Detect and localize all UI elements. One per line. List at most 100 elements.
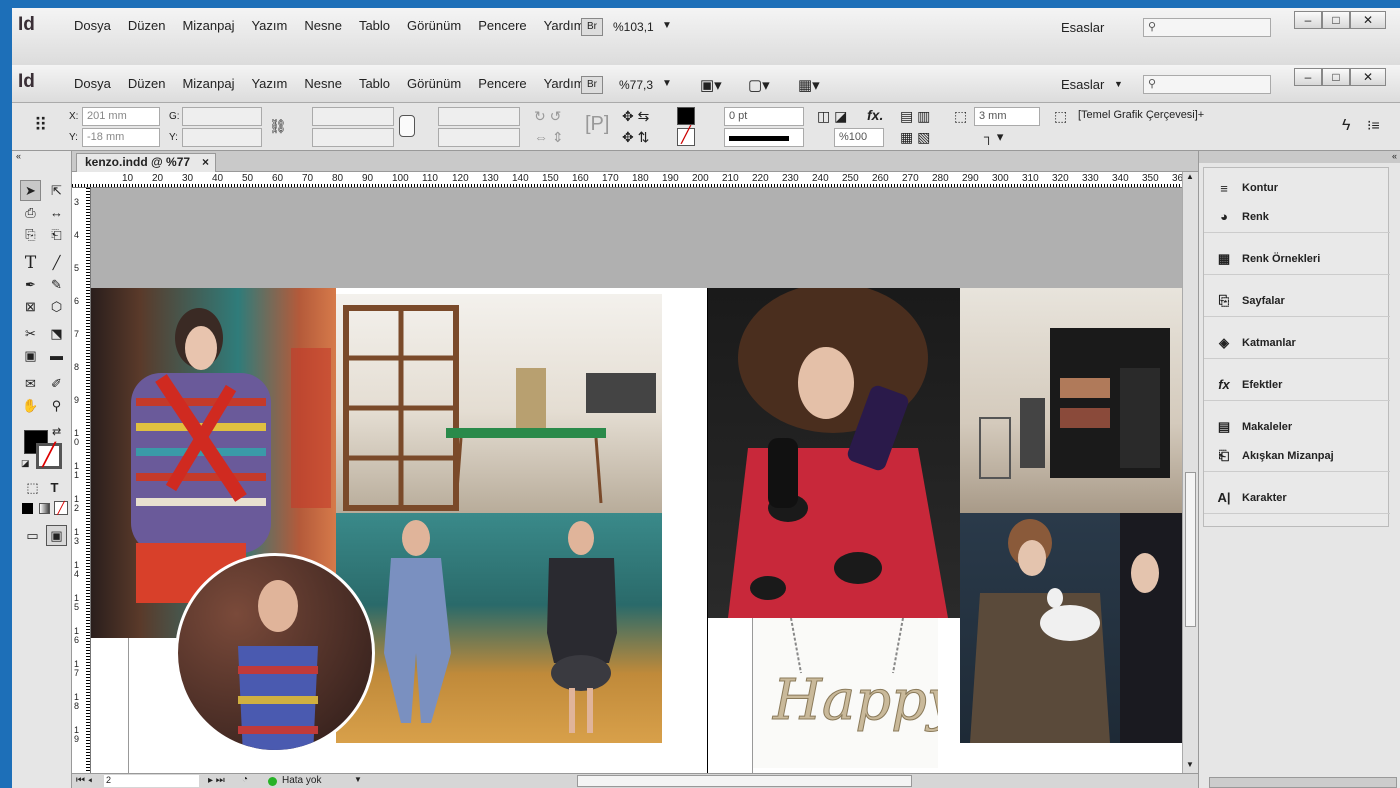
scissors-tool-icon[interactable]: ✂: [20, 323, 41, 344]
lanvin-store-image[interactable]: [960, 288, 1182, 513]
frame-fitting-icon[interactable]: ⬚: [1054, 108, 1067, 125]
apply-none-icon[interactable]: ╱: [54, 501, 68, 515]
workspace-switcher[interactable]: Esaslar: [1061, 77, 1104, 92]
view-options-icon[interactable]: ▣▾: [700, 76, 722, 94]
object-style-dropdown[interactable]: [Temel Grafik Çerçevesi]+: [1074, 107, 1214, 126]
menu-dosya[interactable]: Dosya: [74, 65, 111, 103]
panel-renk-ornekleri[interactable]: ▦ Renk Örnekleri: [1204, 243, 1390, 275]
panel-katmanlar[interactable]: ◈ Katmanlar: [1204, 327, 1390, 359]
pencil-tool-icon[interactable]: ✎: [46, 274, 67, 295]
normal-view-icon[interactable]: ▭: [22, 525, 43, 546]
formatting-container-icon[interactable]: ⬚: [22, 477, 43, 498]
panel-efektler[interactable]: fx Efektler: [1204, 369, 1390, 401]
zoom-tool-icon[interactable]: ⚲: [46, 395, 67, 416]
fill-swatch[interactable]: [677, 107, 695, 125]
free-transform-tool-icon[interactable]: ⬔: [46, 323, 67, 344]
scroll-thumb[interactable]: [1185, 472, 1196, 627]
constrain-proportions-icon[interactable]: ⛓: [269, 118, 287, 135]
preview-view-icon[interactable]: ▣: [46, 525, 67, 546]
polygon-tool-icon[interactable]: ⬡: [46, 296, 67, 317]
next-page-icon[interactable]: ▸ ⏭: [208, 775, 225, 786]
y-position-field[interactable]: -18 mm: [82, 128, 160, 147]
menu-yardim[interactable]: Yardım: [544, 65, 585, 103]
preflight-menu-icon[interactable]: ▼: [354, 775, 362, 784]
menu-tablo[interactable]: Tablo: [359, 65, 390, 103]
first-page-icon[interactable]: ⏮ ◂: [76, 775, 92, 786]
zoom-level[interactable]: %103,1: [613, 20, 654, 34]
width-field[interactable]: [182, 107, 262, 126]
menu-yardim[interactable]: Yardım: [544, 8, 585, 44]
menu-pencere[interactable]: Pencere: [478, 8, 526, 44]
panel-kontur[interactable]: ≡ Kontur: [1204, 172, 1390, 204]
gap-tool-icon[interactable]: ↔: [46, 202, 67, 223]
chevron-down-icon[interactable]: ▼: [662, 78, 672, 89]
collapse-dock-icon[interactable]: «: [1392, 151, 1397, 161]
note-tool-icon[interactable]: ✉: [20, 373, 41, 394]
height-field[interactable]: [182, 128, 262, 147]
menu-tablo[interactable]: Tablo: [359, 8, 390, 44]
zoom-level[interactable]: %77,3: [619, 78, 653, 92]
menu-duzen[interactable]: Düzen: [128, 65, 166, 103]
eyedropper-tool-icon[interactable]: ✐: [46, 373, 67, 394]
rectangle-frame-tool-icon[interactable]: ⊠: [20, 296, 41, 317]
page-tool-icon[interactable]: ⎙: [20, 202, 41, 223]
gradient-swatch-tool-icon[interactable]: ▣: [20, 345, 41, 366]
panel-makaleler[interactable]: ▤ Makaleler: [1204, 411, 1390, 443]
panel-karakter[interactable]: A| Karakter: [1204, 482, 1390, 514]
happy-necklace-image[interactable]: Happy: [753, 618, 938, 768]
preflight-status-text[interactable]: Hata yok: [282, 775, 321, 786]
horizontal-scrollbar[interactable]: [577, 775, 912, 787]
screen-mode-icon[interactable]: ▢▾: [748, 76, 770, 94]
stroke-swatch[interactable]: ╱: [677, 128, 695, 146]
close-tab-icon[interactable]: ×: [202, 154, 209, 171]
flip-icon[interactable]: ⇔ ⇕: [534, 129, 564, 146]
chevron-down-icon[interactable]: ▼: [1114, 79, 1123, 89]
search-field[interactable]: ⚲: [1143, 75, 1271, 94]
close-button[interactable]: ✕: [1350, 11, 1386, 29]
corner-shape-dropdown[interactable]: ┐ ▾: [984, 129, 1003, 145]
bridge-button[interactable]: Br: [581, 18, 603, 36]
maximize-button[interactable]: □: [1322, 68, 1350, 86]
vertical-scrollbar[interactable]: ▲ ▼: [1182, 172, 1198, 773]
collapse-icon[interactable]: «: [16, 151, 21, 161]
minimize-button[interactable]: –: [1294, 11, 1322, 29]
editorial-afro-model-image[interactable]: [708, 288, 960, 618]
arrange-documents-icon[interactable]: ▦▾: [798, 76, 820, 94]
scale-x-field[interactable]: [312, 107, 394, 126]
rotation-field[interactable]: [438, 107, 520, 126]
default-colors-icon[interactable]: ◪: [21, 458, 30, 469]
apply-gradient-icon[interactable]: [39, 503, 50, 514]
x-position-field[interactable]: 201 mm: [82, 107, 160, 126]
menu-pencere[interactable]: Pencere: [478, 65, 526, 103]
scroll-down-icon[interactable]: ▼: [1186, 760, 1194, 769]
search-field[interactable]: ⚲: [1143, 18, 1271, 37]
text-wrap-icon[interactable]: ▤ ▥: [900, 108, 930, 125]
stroke-weight-field[interactable]: 0 pt: [724, 107, 804, 126]
store-interior-image[interactable]: [336, 288, 662, 513]
chevron-down-icon[interactable]: ▼: [662, 20, 672, 31]
content-placer-icon[interactable]: ⎗: [46, 224, 67, 245]
minimize-button[interactable]: –: [1294, 68, 1322, 86]
menu-duzen[interactable]: Düzen: [128, 8, 166, 44]
selection-tool-icon[interactable]: ➤: [20, 180, 41, 201]
stroke-color-box[interactable]: ╱: [36, 443, 62, 469]
select-content-icon[interactable]: ✥ ⇅: [622, 129, 649, 146]
select-container-icon[interactable]: ✥ ⇆: [622, 108, 649, 125]
stroke-type-dropdown[interactable]: [724, 128, 804, 147]
apply-color-icon[interactable]: [22, 503, 33, 514]
corner-options-icon[interactable]: ⬚: [954, 108, 967, 125]
menu-yazim[interactable]: Yazım: [251, 8, 287, 44]
content-collector-icon[interactable]: ⎘: [20, 224, 41, 245]
scale-y-field[interactable]: [312, 128, 394, 147]
menu-gorunum[interactable]: Görünüm: [407, 8, 461, 44]
bridge-button[interactable]: Br: [581, 76, 603, 94]
page-number-field[interactable]: 2: [104, 775, 199, 787]
line-tool-icon[interactable]: ╱: [46, 252, 67, 273]
quick-apply-icon[interactable]: ϟ: [1342, 117, 1350, 135]
corner-size-field[interactable]: 3 mm: [974, 107, 1040, 126]
preflight-icon[interactable]: ◔: [242, 774, 248, 785]
workspace-switcher[interactable]: Esaslar: [1061, 20, 1104, 35]
scroll-up-icon[interactable]: ▲: [1186, 172, 1194, 181]
rotate-icon[interactable]: ↻ ↺: [534, 108, 561, 125]
panel-renk[interactable]: ◕ Renk: [1204, 201, 1390, 233]
